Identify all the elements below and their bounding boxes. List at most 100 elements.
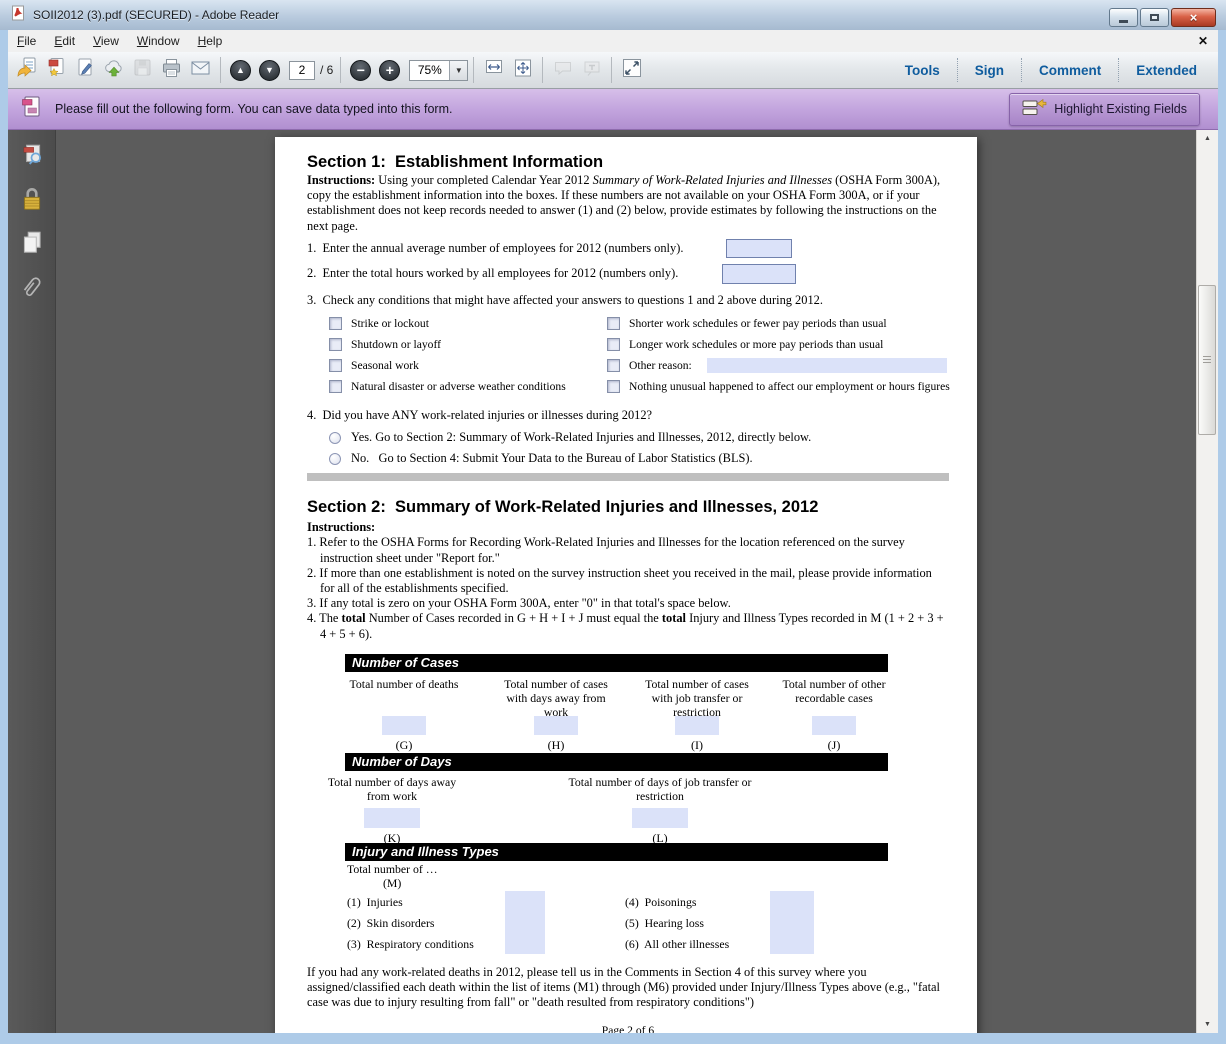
page-thumbnails-button[interactable] <box>18 143 46 171</box>
pages-button[interactable] <box>18 231 46 259</box>
other-reason-field[interactable] <box>707 358 947 373</box>
poisonings-field-M4[interactable] <box>770 891 814 912</box>
minimize-button[interactable] <box>1109 8 1138 27</box>
pdf-file-icon <box>10 5 26 26</box>
sign-document-button[interactable] <box>70 56 99 84</box>
scrollbar-thumb[interactable] <box>1198 285 1216 435</box>
page-footer: Page 2 of 6 <box>307 1023 949 1033</box>
question4-options: Yes. Go to Section 2: Summary of Work-Re… <box>329 430 948 466</box>
toolbar-separator <box>473 57 474 83</box>
previous-page-button[interactable]: ▲ <box>226 56 255 84</box>
menu-window[interactable]: Window <box>128 31 189 51</box>
previous-page-icon: ▲ <box>230 60 251 81</box>
longer-schedules-checkbox[interactable] <box>607 338 620 351</box>
other-illnesses-field-M6[interactable] <box>770 933 814 954</box>
tools-panel-button[interactable]: Tools <box>888 58 957 82</box>
respiratory-field-M3[interactable] <box>505 933 545 954</box>
zoom-in-icon: + <box>379 60 400 81</box>
condition-row: Longer work schedules or more pay period… <box>607 337 950 352</box>
condition-label: Natural disaster or adverse weather cond… <box>351 380 566 393</box>
hours-worked-field[interactable] <box>722 264 796 284</box>
skin-disorders-field-M2[interactable] <box>505 912 545 933</box>
document-area[interactable]: Section 1: Establishment Information Ins… <box>56 130 1196 1033</box>
scroll-up-icon[interactable]: ▲ <box>1197 130 1218 147</box>
days-transfer-field-L[interactable] <box>632 808 688 828</box>
text-annotation-button[interactable] <box>577 56 606 84</box>
comment-panel-button[interactable]: Comment <box>1021 58 1118 82</box>
menu-bar: File Edit View Window Help ✕ <box>8 30 1218 52</box>
option-row: No. Go to Section 4: Submit Your Data to… <box>329 451 948 466</box>
nothing-unusual-checkbox[interactable] <box>607 380 620 393</box>
days-away-cases-field-H[interactable] <box>534 716 578 735</box>
chevron-down-icon[interactable]: ▼ <box>449 61 467 80</box>
other-reason-checkbox[interactable] <box>607 359 620 372</box>
close-icon: × <box>1190 10 1198 25</box>
toolbar-separator <box>542 57 543 83</box>
zoom-in-button[interactable]: + <box>375 56 404 84</box>
fit-width-button[interactable] <box>479 56 508 84</box>
natural-disaster-checkbox[interactable] <box>329 380 342 393</box>
main-area: Section 1: Establishment Information Ins… <box>8 130 1218 1033</box>
cases-col-label: Total number of cases with job transfer … <box>641 677 753 719</box>
highlight-existing-fields-button[interactable]: Highlight Existing Fields <box>1009 93 1200 126</box>
menu-file[interactable]: File <box>8 31 45 51</box>
instruction-bold: total <box>662 611 686 625</box>
cloud-upload-button[interactable] <box>99 56 128 84</box>
strike-checkbox[interactable] <box>329 317 342 330</box>
open-button[interactable] <box>12 56 41 84</box>
menu-help[interactable]: Help <box>189 31 232 51</box>
type3-label: (3) Respiratory conditions <box>347 937 474 951</box>
condition-row: Other reason: <box>607 358 950 373</box>
attachments-button[interactable] <box>18 275 46 303</box>
shorter-schedules-checkbox[interactable] <box>607 317 620 330</box>
restore-icon <box>1150 14 1159 21</box>
save-button[interactable] <box>128 56 157 84</box>
days-away-field-K[interactable] <box>364 808 420 828</box>
transfer-cases-field-I[interactable] <box>675 716 719 735</box>
section2-title: Section 2: Summary of Work-Related Injur… <box>307 498 948 517</box>
form-document-icon <box>20 95 43 124</box>
zoom-out-button[interactable]: − <box>346 56 375 84</box>
section2-instruction-1: 1. Refer to the OSHA Forms for Recording… <box>307 535 948 565</box>
fit-page-icon <box>513 58 533 83</box>
yes-radio[interactable] <box>329 432 341 444</box>
form-message-bar: Please fill out the following form. You … <box>8 89 1218 130</box>
next-page-button[interactable]: ▼ <box>255 56 284 84</box>
injuries-field-M1[interactable] <box>505 891 545 912</box>
section2-instruction-2: 2. If more than one establishment is not… <box>307 566 948 596</box>
email-button[interactable] <box>186 56 215 84</box>
toolbar-panels: Tools Sign Comment Extended <box>888 58 1214 82</box>
adobe-reader-window: SOII2012 (3).pdf (SECURED) - Adobe Reade… <box>0 0 1226 1044</box>
no-radio[interactable] <box>329 453 341 465</box>
menu-view[interactable]: View <box>84 31 128 51</box>
seasonal-work-checkbox[interactable] <box>329 359 342 372</box>
vertical-scrollbar[interactable]: ▲ ▼ <box>1196 130 1218 1033</box>
sign-panel-button[interactable]: Sign <box>957 58 1021 82</box>
menu-edit[interactable]: Edit <box>45 31 84 51</box>
comment-bubble-button[interactable] <box>548 56 577 84</box>
deaths-field-G[interactable] <box>382 716 426 735</box>
restore-button[interactable] <box>1140 8 1169 27</box>
scroll-down-icon[interactable]: ▼ <box>1197 1016 1218 1033</box>
other-cases-field-J[interactable] <box>812 716 856 735</box>
section2-instruction-4: 4. The total Number of Cases recorded in… <box>307 611 948 641</box>
security-settings-button[interactable] <box>18 187 46 215</box>
page-number-input[interactable] <box>289 61 315 80</box>
close-button[interactable]: × <box>1171 8 1216 27</box>
hearing-loss-field-M5[interactable] <box>770 912 814 933</box>
menubar-close-icon[interactable]: ✕ <box>1198 34 1208 48</box>
toolbar-separator <box>611 57 612 83</box>
shutdown-checkbox[interactable] <box>329 338 342 351</box>
fullscreen-button[interactable] <box>617 56 646 84</box>
fullscreen-expand-icon <box>622 58 642 83</box>
instructions-text: Using your completed Calendar Year 2012 <box>375 173 592 187</box>
employees-field[interactable] <box>726 239 792 258</box>
zoom-level-combo[interactable]: 75% ▼ <box>409 60 468 81</box>
section2-instructions-label: Instructions: <box>307 520 948 535</box>
print-button[interactable] <box>157 56 186 84</box>
create-pdf-button[interactable] <box>41 56 70 84</box>
fit-page-button[interactable] <box>508 56 537 84</box>
extended-panel-button[interactable]: Extended <box>1118 58 1214 82</box>
text-annotation-icon <box>582 59 602 82</box>
section-divider <box>307 473 949 481</box>
